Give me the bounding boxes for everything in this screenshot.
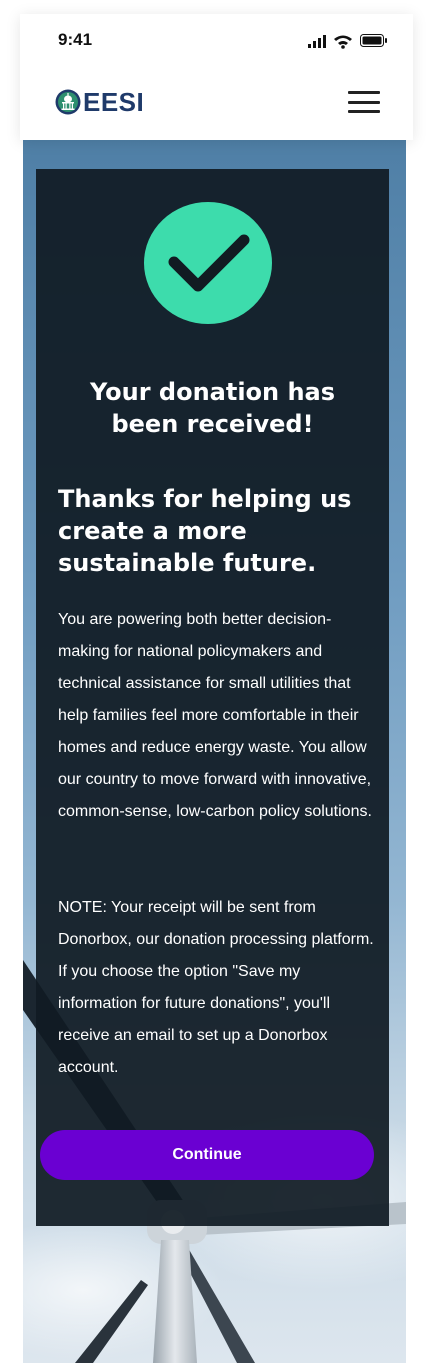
signal-icon [308, 35, 326, 48]
thanks-subheading: Thanks for helping us create a more sust… [58, 485, 352, 577]
check-circle-icon [144, 202, 272, 324]
impact-paragraph: You are powering both better decision-ma… [58, 611, 372, 820]
eesi-logo[interactable]: EESI [55, 86, 145, 117]
capitol-logo-icon [55, 89, 81, 115]
logo-text: EESI [83, 86, 145, 117]
donation-received-heading: Your donation has been received! [89, 378, 336, 438]
status-icons [308, 34, 387, 49]
continue-button[interactable]: Continue [40, 1130, 374, 1180]
battery-icon [360, 34, 387, 47]
status-time: 9:41 [58, 30, 93, 49]
wifi-icon [334, 35, 352, 49]
hamburger-menu-icon[interactable] [348, 91, 380, 113]
confirmation-card: Your donation has been received! Thanks … [36, 169, 389, 1226]
receipt-note-paragraph: NOTE: Your receipt will be sent from Don… [58, 899, 374, 1076]
